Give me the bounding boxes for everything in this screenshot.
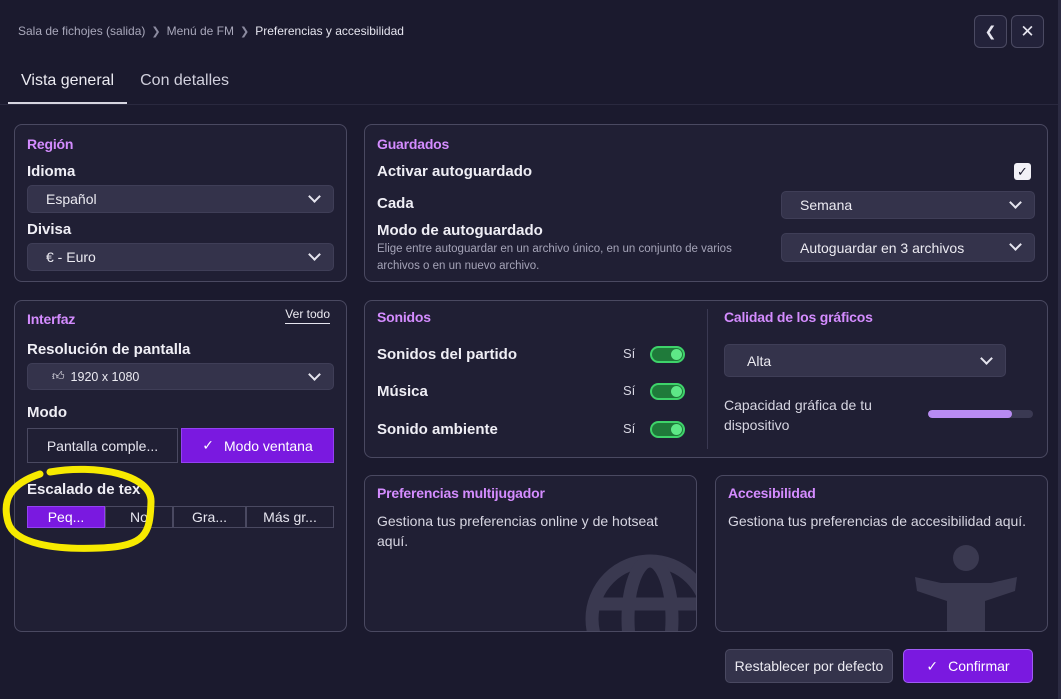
reset-defaults-button[interactable]: Restablecer por defecto xyxy=(725,649,893,683)
match-sounds-label: Sonidos del partido xyxy=(377,346,518,363)
autosave-mode-select[interactable]: Autoguardar en 3 archivos xyxy=(781,233,1035,262)
every-label: Cada xyxy=(377,195,414,212)
reset-defaults-label: Restablecer por defecto xyxy=(734,658,884,674)
graphics-capacity-bar xyxy=(928,410,1033,418)
confirm-label: Confirmar xyxy=(948,658,1010,674)
see-all-link[interactable]: Ver todo xyxy=(285,307,330,324)
preferences-screen: Sala de fichojes (salida) ❯ Menú de FM ❯… xyxy=(0,0,1061,699)
text-scale-xlarge-button[interactable]: Más gr... xyxy=(246,506,334,528)
region-title: Región xyxy=(27,136,74,152)
tabs-divider xyxy=(0,104,1058,105)
toggle-knob xyxy=(671,424,682,435)
accessibility-description: Gestiona tus preferencias de accesibilid… xyxy=(728,513,1027,529)
chevron-down-icon xyxy=(1009,196,1022,209)
autosave-checkbox[interactable]: ✓ xyxy=(1014,163,1031,180)
chevron-down-icon xyxy=(308,368,321,381)
chevron-down-icon xyxy=(1009,238,1022,251)
region-panel: Región Idioma Español Divisa € - Euro xyxy=(14,124,347,282)
saves-panel: Guardados Activar autoguardado ✓ Cada Se… xyxy=(364,124,1048,282)
text-scale-large-label: Gra... xyxy=(191,509,227,525)
match-sounds-toggle[interactable] xyxy=(650,346,685,363)
chevron-down-icon xyxy=(308,190,321,203)
currency-label: Divisa xyxy=(27,221,72,238)
checkmark-icon: ✓ xyxy=(926,657,939,674)
ambient-sound-label: Sonido ambiente xyxy=(377,421,498,438)
globe-icon xyxy=(585,554,696,631)
graphics-title: Calidad de los gráficos xyxy=(724,309,873,325)
music-toggle[interactable] xyxy=(650,383,685,400)
checkmark-icon: ✓ xyxy=(1017,163,1028,179)
fullscreen-label: Pantalla comple... xyxy=(46,437,159,454)
resolution-select[interactable]: 👍︎ 1920 x 1080 xyxy=(27,363,334,390)
resolution-value: 1920 x 1080 xyxy=(70,369,140,384)
breadcrumb-item-fm-menu[interactable]: Menú de FM xyxy=(167,24,234,38)
autosave-label: Activar autoguardado xyxy=(377,163,533,180)
multiplayer-panel[interactable]: Preferencias multijugador Gestiona tus p… xyxy=(364,475,697,632)
thumbs-up-icon: 👍︎ xyxy=(52,369,65,383)
graphics-quality-value: Alta xyxy=(747,352,772,369)
tab-overview[interactable]: Vista general xyxy=(8,64,128,104)
ambient-sound-state: Sí xyxy=(623,421,636,436)
accessibility-panel[interactable]: Accesibilidad Gestiona tus preferencias … xyxy=(715,475,1048,632)
graphics-quality-select[interactable]: Alta xyxy=(724,344,1006,377)
autosave-frequency-select[interactable]: Semana xyxy=(781,191,1035,219)
autosave-mode-label: Modo de autoguardado xyxy=(377,222,543,239)
language-value: Español xyxy=(46,191,97,207)
breadcrumb: Sala de fichojes (salida) ❯ Menú de FM ❯… xyxy=(18,24,404,38)
text-scale-large-button[interactable]: Gra... xyxy=(173,506,246,528)
match-sounds-state: Sí xyxy=(623,346,636,361)
multiplayer-title: Preferencias multijugador xyxy=(377,485,545,501)
resolution-label: Resolución de pantalla xyxy=(27,341,191,358)
section-divider xyxy=(707,309,708,449)
sounds-title: Sonidos xyxy=(377,309,431,325)
music-label: Música xyxy=(377,383,428,400)
chevron-right-icon: ❯ xyxy=(151,25,161,38)
tab-details[interactable]: Con detalles xyxy=(127,64,242,104)
breadcrumb-current: Preferencias y accesibilidad xyxy=(255,24,404,38)
breadcrumb-item-locker-room[interactable]: Sala de fichojes (salida) xyxy=(18,24,145,38)
graphics-capacity-fill xyxy=(928,410,1012,418)
ambient-sound-toggle[interactable] xyxy=(650,421,685,438)
sound-graphics-panel: Sonidos Sonidos del partido Sí Música Sí… xyxy=(364,300,1048,458)
frequency-value: Semana xyxy=(800,197,853,213)
mode-fullscreen-button[interactable]: Pantalla comple... xyxy=(27,428,178,463)
windowed-label: Modo ventana xyxy=(224,437,313,454)
text-scale-xlarge-label: Más gr... xyxy=(263,509,317,525)
close-icon: ✕ xyxy=(1020,21,1035,41)
confirm-button[interactable]: ✓ Confirmar xyxy=(903,649,1033,683)
chevron-right-icon: ❯ xyxy=(239,25,250,38)
language-select[interactable]: Español xyxy=(27,185,334,213)
music-state: Sí xyxy=(623,383,636,398)
accessibility-person-icon xyxy=(915,545,1017,631)
graphics-capacity-label: Capacidad gráfica de tu dispositivo xyxy=(724,397,872,433)
autosave-mode-description: Elige entre autoguardar en un archivo ún… xyxy=(377,243,732,272)
back-button[interactable]: ❮ xyxy=(974,15,1007,48)
chevron-down-icon xyxy=(308,248,321,261)
yellow-highlight-annotation xyxy=(2,465,155,552)
currency-value: € - Euro xyxy=(46,249,96,265)
autosave-mode-value: Autoguardar en 3 archivos xyxy=(800,239,965,256)
language-label: Idioma xyxy=(27,163,76,180)
mode-windowed-button[interactable]: ✓ Modo ventana xyxy=(181,428,334,463)
chevron-left-icon: ❮ xyxy=(984,23,997,39)
mode-label: Modo xyxy=(27,404,67,421)
checkmark-icon: ✓ xyxy=(202,437,214,453)
interface-title: Interfaz xyxy=(27,311,76,327)
see-all-label: Ver todo xyxy=(285,307,330,324)
saves-title: Guardados xyxy=(377,136,450,152)
close-button[interactable]: ✕ xyxy=(1011,15,1044,48)
toggle-knob xyxy=(671,386,682,397)
chevron-down-icon xyxy=(980,352,993,365)
currency-select[interactable]: € - Euro xyxy=(27,243,334,271)
toggle-knob xyxy=(671,349,682,360)
accessibility-title: Accesibilidad xyxy=(728,485,816,501)
tab-bar: Vista general Con detalles xyxy=(8,64,242,104)
